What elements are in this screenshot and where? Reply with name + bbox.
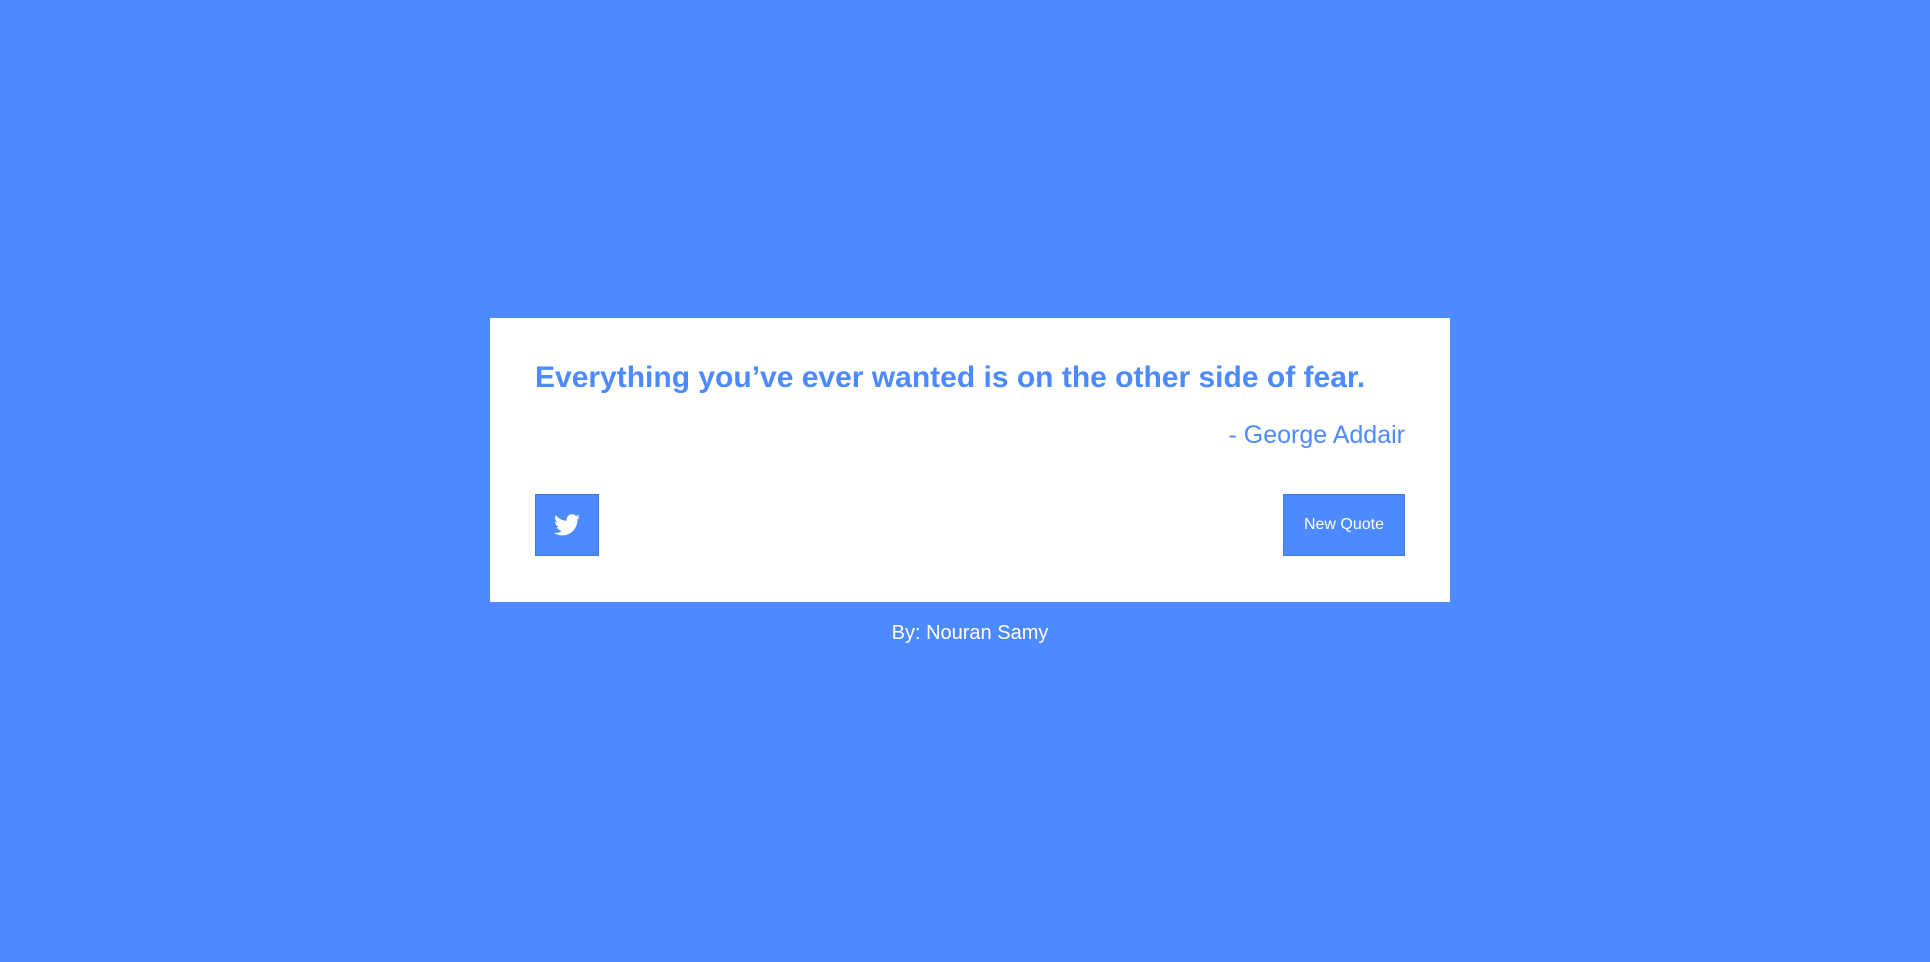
- quote-text: Everything you’ve ever wanted is on the …: [535, 361, 1366, 394]
- tweet-button[interactable]: [535, 494, 599, 556]
- quote-card: Everything you’ve ever wanted is on the …: [490, 318, 1450, 602]
- new-quote-button[interactable]: New Quote: [1283, 494, 1405, 556]
- author-credit: By: Nouran Samy: [891, 622, 1049, 644]
- quote-author: - George Addair: [1228, 421, 1406, 449]
- twitter-bird-icon: [554, 514, 580, 536]
